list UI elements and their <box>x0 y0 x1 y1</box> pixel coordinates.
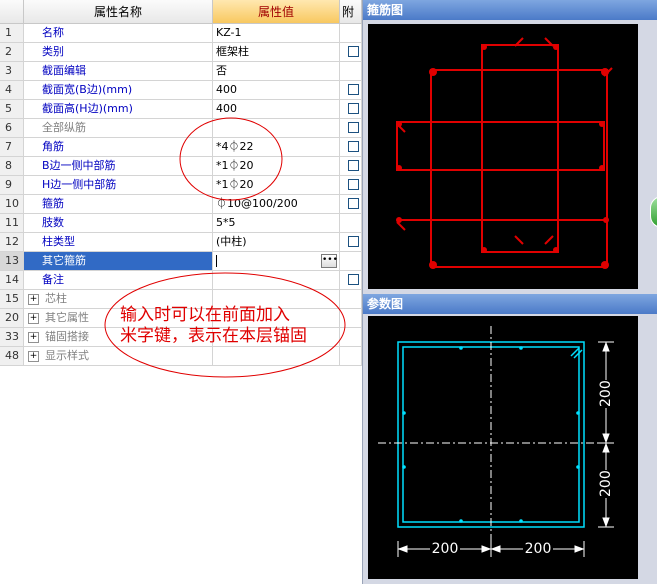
stirrup-panel: 箍筋图 <box>362 0 657 294</box>
dim-right-top: 200 <box>598 380 616 408</box>
rebar-4 <box>601 261 609 269</box>
rebar-10 <box>599 165 605 171</box>
horizontal-inner-stirrup-top <box>396 121 605 171</box>
annotation-text-line2: 米字键，表示在本层锚固 <box>120 326 307 346</box>
rebar-14 <box>553 247 559 253</box>
rebar-2 <box>601 68 609 76</box>
rebar-6 <box>553 44 559 50</box>
rebar-9 <box>599 121 605 127</box>
rebar-3 <box>429 261 437 269</box>
rebar-13 <box>481 247 487 253</box>
param-panel: 参数图 200 200 200 200 <box>362 294 657 584</box>
dim-right-bottom: 200 <box>598 470 616 498</box>
rebar-8 <box>396 165 402 171</box>
annotation-text-line1: 输入时可以在前面加入 <box>120 305 290 325</box>
stirrup-drawing <box>396 37 613 269</box>
annotation-overlay <box>104 117 346 378</box>
rebar-12 <box>603 217 609 223</box>
param-panel-title: 参数图 <box>363 294 657 314</box>
hook-6 <box>514 235 524 245</box>
stirrup-canvas[interactable] <box>368 24 638 289</box>
param-drawing <box>378 326 614 557</box>
param-canvas[interactable]: 200 200 200 200 <box>368 316 638 579</box>
outer-stirrup <box>430 69 608 268</box>
hook-7 <box>544 235 554 245</box>
rebar-7 <box>396 121 402 127</box>
stirrup-panel-title: 箍筋图 <box>363 0 657 20</box>
hook-5 <box>396 221 406 231</box>
annotation-ellipse-values <box>179 117 283 201</box>
dim-bottom-right: 200 <box>523 540 553 558</box>
rebar-11 <box>396 217 402 223</box>
dim-bottom-left: 200 <box>430 540 460 558</box>
rebar-1 <box>429 68 437 76</box>
rebar-5 <box>481 44 487 50</box>
